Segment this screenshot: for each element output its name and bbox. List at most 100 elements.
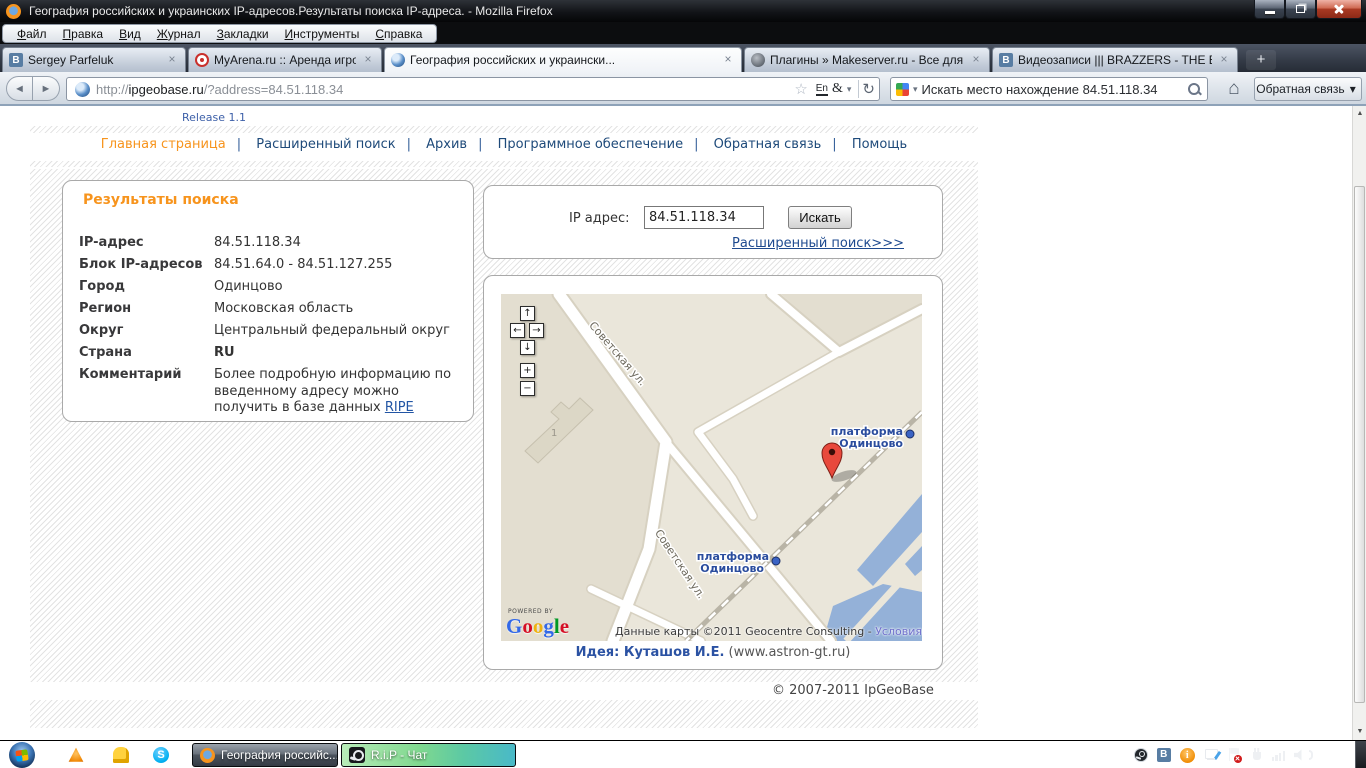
tab-close-icon[interactable] (165, 53, 179, 67)
url-bar[interactable]: http://ipgeobase.ru/?address=84.51.118.3… (66, 77, 880, 101)
search-box[interactable] (890, 77, 1208, 101)
myarena-icon (195, 53, 209, 67)
minimize-icon (1264, 10, 1275, 14)
back-button[interactable] (6, 76, 33, 101)
scroll-down-icon[interactable] (1353, 724, 1366, 740)
language-indicator[interactable]: RU (1107, 748, 1124, 762)
window-titlebar: География российских и украинских IP-адр… (0, 0, 1366, 22)
nav-advanced-search-link[interactable]: Расширенный поиск (256, 137, 422, 152)
advanced-search-link[interactable]: Расширенный поиск>>> (732, 236, 904, 251)
tab-close-icon[interactable] (1217, 53, 1231, 67)
station-dot (771, 556, 781, 566)
info-tray-icon[interactable]: i (1179, 747, 1195, 763)
google-search-icon (896, 82, 909, 96)
alert-badge (1233, 754, 1242, 763)
power-plug-icon[interactable] (1251, 747, 1263, 763)
magnifier-icon[interactable] (1187, 82, 1202, 97)
volume-wave-icon (1308, 750, 1313, 760)
bookmark-star-icon[interactable] (794, 80, 807, 99)
taskbar-steam-chat-button[interactable]: R.i.P - Чат (341, 743, 516, 767)
taskbar: S География российс... R.i.P - Чат RU В … (0, 740, 1366, 768)
firefox-icon (6, 3, 21, 19)
nav-help-link[interactable]: Помощь (852, 137, 907, 152)
minimize-button[interactable] (1254, 0, 1285, 19)
clock[interactable]: 23:31 (1322, 748, 1352, 762)
avast-icon[interactable] (68, 747, 84, 762)
scroll-up-icon[interactable] (1353, 106, 1366, 122)
keyboard-layout-badge[interactable]: En (815, 83, 828, 96)
vk-icon: В (9, 53, 23, 67)
map-zoom-out-button[interactable] (520, 381, 535, 396)
map-canvas: 1 Советская ул. Советская ул. платформа … (501, 294, 922, 641)
skype-icon[interactable]: S (153, 747, 169, 763)
menu-tools[interactable]: Инструменты (277, 27, 368, 41)
google-logo[interactable]: Google (506, 614, 569, 639)
feedback-toolbar-button[interactable]: Обратная связь (1254, 77, 1362, 101)
restore-button[interactable] (1285, 0, 1316, 19)
google-map[interactable]: 1 Советская ул. Советская ул. платформа … (501, 294, 922, 641)
start-button[interactable] (9, 742, 35, 768)
menu-bookmarks[interactable]: Закладки (209, 27, 277, 41)
menu-pill: Файл Правка Вид Журнал Закладки Инструме… (2, 24, 438, 43)
station-dot (905, 429, 915, 439)
terms-link[interactable]: Условия испо. (875, 625, 922, 638)
firefox-icon (200, 747, 215, 763)
signal-bars-icon[interactable] (1271, 749, 1285, 761)
home-button[interactable] (1220, 77, 1248, 101)
nav-feedback-link[interactable]: Обратная связь (714, 137, 848, 152)
map-pan-left-button[interactable] (510, 323, 525, 338)
tab-vk-videos[interactable]: В Видеозаписи ||| BRAZZERS - THE BES... (992, 47, 1238, 72)
rip-icon[interactable] (113, 747, 129, 763)
reload-icon[interactable] (862, 80, 875, 99)
menu-file[interactable]: Файл (9, 27, 55, 41)
vk-tray-icon[interactable]: В (1156, 748, 1171, 762)
idea-credit: Идея: Куташов И.Е. (www.astron-gt.ru) (575, 645, 851, 660)
ip-search-panel: IP адрес: Искать Расширенный поиск>>> (483, 185, 943, 259)
tab-makeserver[interactable]: Плагины » Makeserver.ru - Все для В... (744, 47, 990, 72)
new-tab-button[interactable] (1246, 50, 1276, 70)
nav-home-link[interactable]: Главная страница (101, 137, 252, 152)
search-input[interactable] (921, 81, 1187, 97)
ripe-link[interactable]: RIPE (385, 400, 414, 415)
nav-archive-link[interactable]: Архив (426, 137, 493, 152)
station-label: Одинцово (839, 437, 903, 450)
steam-tray-icon[interactable] (1133, 748, 1148, 762)
hatch-band (30, 161, 978, 167)
map-pan-right-button[interactable] (529, 323, 544, 338)
taskbar-firefox-button[interactable]: География российс... (192, 743, 338, 767)
tab-ipgeobase-active[interactable]: География российских и украински... (384, 47, 742, 72)
nav-software-link[interactable]: Программное обеспечение (498, 137, 710, 152)
vertical-scrollbar[interactable] (1352, 106, 1366, 740)
ip-address-input[interactable] (644, 206, 764, 229)
volume-icon[interactable] (1293, 749, 1302, 761)
tab-close-icon[interactable] (721, 53, 735, 67)
menu-history[interactable]: Журнал (149, 27, 209, 41)
network-tray-icon[interactable] (1204, 748, 1222, 762)
menu-bar: Файл Правка Вид Журнал Закладки Инструме… (0, 22, 1366, 44)
makeserver-icon (751, 53, 765, 67)
scrollbar-thumb[interactable] (1354, 186, 1365, 703)
page-content: Release 1.1 Главная страница Расширенный… (0, 106, 1352, 740)
tab-close-icon[interactable] (969, 53, 983, 67)
tab-myarena[interactable]: MyArena.ru :: Аренда игровых серве... (188, 47, 382, 72)
menu-view[interactable]: Вид (111, 27, 149, 41)
show-desktop-button[interactable] (1355, 741, 1366, 768)
window-title: География российских и украинских IP-адр… (29, 4, 553, 18)
results-title: Результаты поиска (83, 192, 239, 208)
tab-close-icon[interactable] (361, 53, 375, 67)
map-zoom-in-button[interactable] (520, 363, 535, 378)
history-buttons (6, 76, 60, 101)
punto-switcher-icon[interactable]: & (832, 81, 843, 97)
search-engine-chevron-icon[interactable] (913, 84, 918, 95)
tab-vk-profile[interactable]: В Sergey Parfeluk (2, 47, 186, 72)
menu-help[interactable]: Справка (367, 27, 430, 41)
forward-button[interactable] (33, 76, 60, 101)
map-pan-down-button[interactable] (520, 340, 535, 355)
menu-edit[interactable]: Правка (55, 27, 112, 41)
chevron-down-icon[interactable] (847, 84, 852, 95)
close-button[interactable] (1316, 0, 1362, 19)
navigation-toolbar: http://ipgeobase.ru/?address=84.51.118.3… (0, 72, 1366, 106)
map-pan-up-button[interactable] (520, 306, 535, 321)
search-button[interactable]: Искать (788, 206, 852, 229)
action-center-flag-icon[interactable] (1228, 747, 1242, 763)
